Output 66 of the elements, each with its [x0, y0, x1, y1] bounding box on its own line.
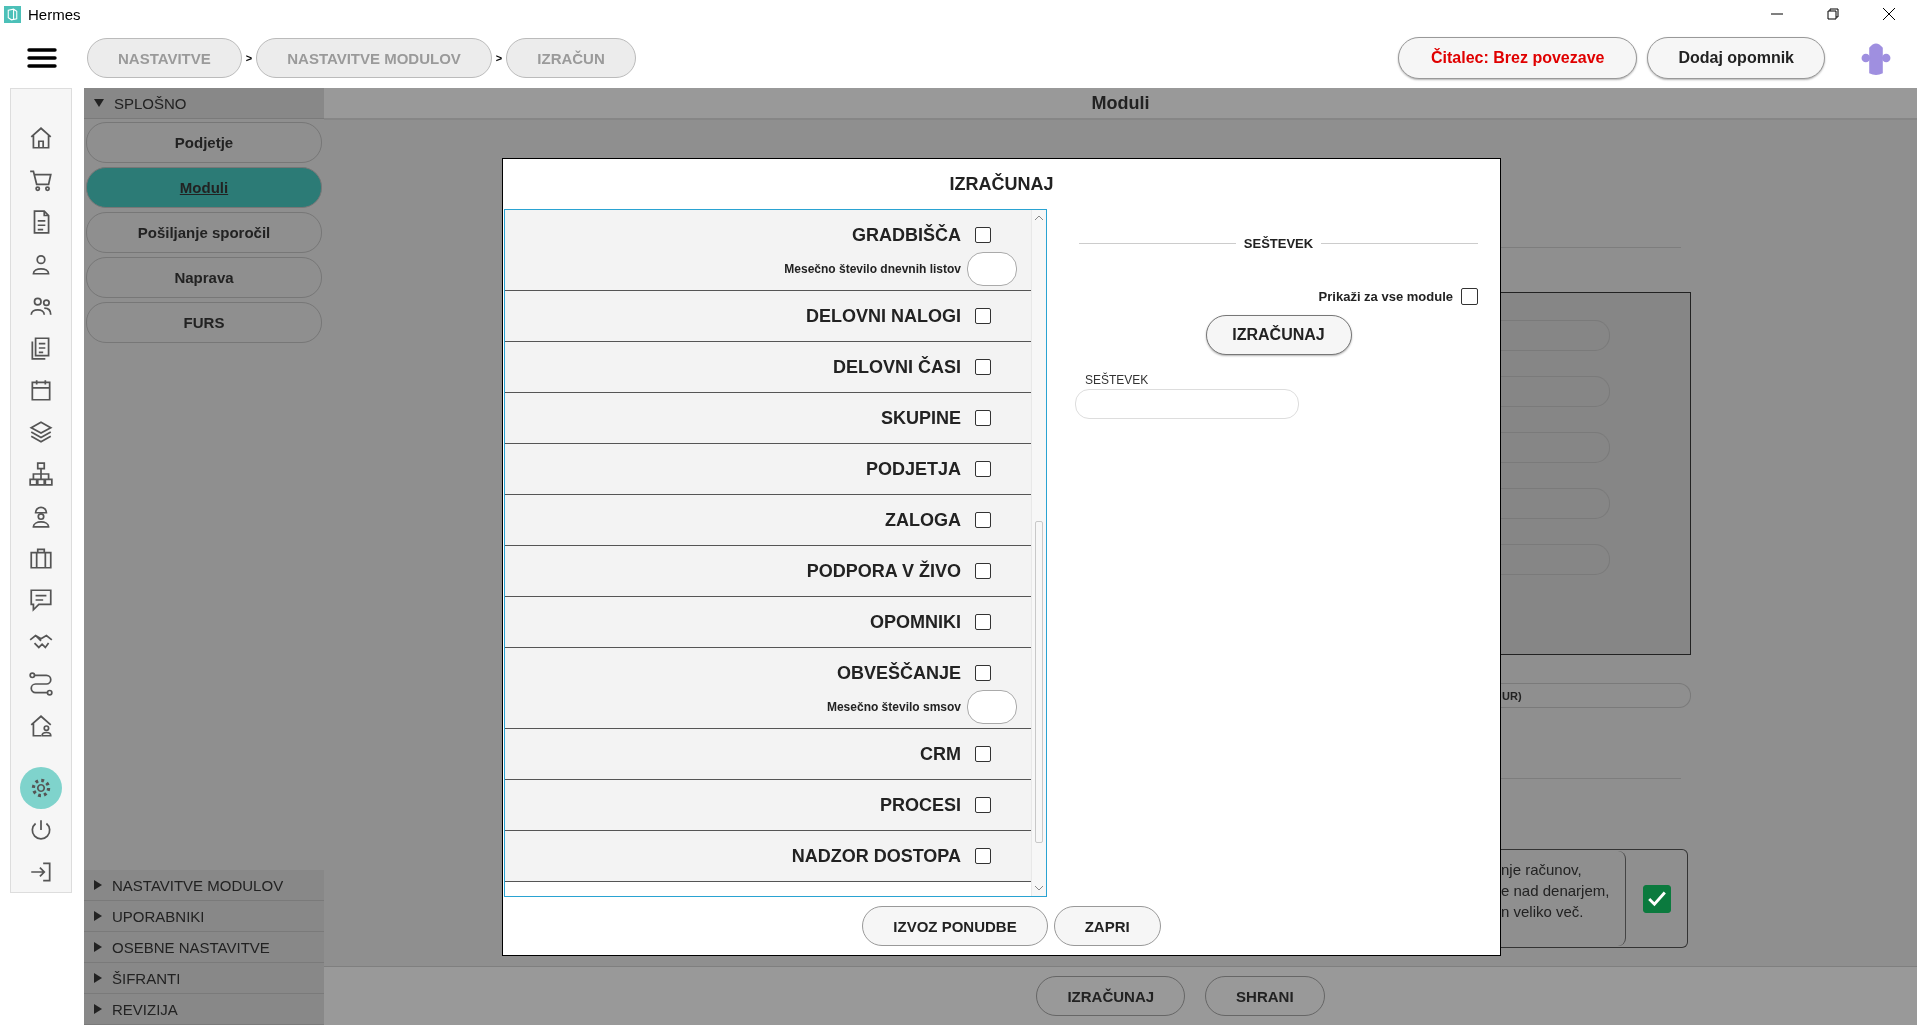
nav-item[interactable]: Naprava: [86, 257, 322, 298]
module-label: NADZOR DOSTOPA: [791, 845, 961, 867]
scroll-down-icon[interactable]: [1034, 885, 1044, 891]
settings-icon[interactable]: [20, 767, 62, 809]
module-label: PROCESI: [879, 794, 961, 816]
dialog-button[interactable]: ZAPRI: [1053, 906, 1161, 946]
window-title: Hermes: [28, 5, 81, 23]
footer-button[interactable]: SHRANI: [1205, 976, 1325, 1016]
module-label: ZALOGA: [885, 509, 961, 531]
checkbox[interactable]: [975, 461, 991, 477]
input-field[interactable]: UR): [1501, 683, 1691, 708]
page-header: Moduli: [324, 88, 1917, 120]
module-label: PODPORA V ŽIVO: [806, 560, 961, 582]
section-heading: SEŠTEVEK: [1243, 236, 1314, 251]
header-button[interactable]: Dodaj opomnik: [1647, 37, 1825, 79]
calculate-button[interactable]: IZRAČUNAJ: [1205, 315, 1352, 355]
module-label: GRADBIŠČA: [852, 224, 961, 246]
module-label: DELOVNI NALOGI: [806, 305, 961, 327]
checkbox[interactable]: [975, 359, 991, 375]
app-icon: [4, 5, 21, 23]
checkbox[interactable]: [1461, 288, 1478, 305]
section-header[interactable]: SPLOŠNO: [84, 88, 324, 119]
breadcrumb-separator: >: [245, 52, 253, 64]
section-header[interactable]: NASTAVITVE MODULOV: [84, 870, 324, 901]
close-icon[interactable]: [1883, 8, 1895, 20]
checkbox-label: Prikaži za vse module: [1318, 289, 1453, 304]
checkbox[interactable]: [975, 797, 991, 813]
checkbox[interactable]: [975, 563, 991, 579]
checkbox[interactable]: [975, 227, 991, 243]
module-label: DELOVNI ČASI: [833, 356, 961, 378]
nav-item[interactable]: Pošiljanje sporočil: [86, 212, 322, 253]
nav-item[interactable]: Podjetje: [86, 122, 322, 163]
checkbox[interactable]: [975, 308, 991, 324]
module-label: OBVEŠČANJE: [836, 662, 961, 684]
checkbox[interactable]: [975, 746, 991, 762]
module-label: CRM: [920, 743, 961, 765]
dialog-button[interactable]: IZVOZ PONUDBE: [862, 906, 1048, 946]
section-header[interactable]: ŠIFRANTI: [84, 963, 324, 994]
checkbox[interactable]: [975, 614, 991, 630]
nav-item[interactable]: Moduli: [86, 167, 322, 208]
module-label: PODJETJA: [865, 458, 961, 480]
checkbox[interactable]: [975, 848, 991, 864]
field-label: SEŠTEVEK: [1085, 373, 1150, 387]
checkbox[interactable]: [975, 410, 991, 426]
field-label: Mesečno število dnevnih listov: [784, 262, 961, 276]
restore-icon[interactable]: [1827, 8, 1839, 20]
scroll-up-icon[interactable]: [1034, 215, 1044, 221]
dialog-title: IZRAČUNAJ: [948, 172, 1055, 196]
module-label: OPOMNIKI: [870, 611, 961, 633]
checkbox[interactable]: [975, 665, 991, 681]
section-header[interactable]: OSEBNE NASTAVITVE: [84, 932, 324, 963]
field-label: UR): [1501, 689, 1522, 702]
field-label: Mesečno število smsov: [826, 700, 961, 714]
section-header[interactable]: REVIZIJA: [84, 994, 324, 1025]
module-label: SKUPINE: [881, 407, 961, 429]
input-field[interactable]: [967, 252, 1017, 286]
input-field[interactable]: [967, 690, 1017, 724]
menu-icon[interactable]: [27, 48, 57, 68]
scrollbar[interactable]: [1031, 210, 1046, 896]
checkbox[interactable]: [975, 512, 991, 528]
checkbox[interactable]: [1643, 884, 1671, 913]
breadcrumb-separator: >: [495, 52, 503, 64]
section-header[interactable]: UPORABNIKI: [84, 901, 324, 932]
nav-item[interactable]: FURS: [86, 302, 322, 343]
header-button[interactable]: Čitalec: Brez povezave: [1398, 37, 1638, 79]
footer-button[interactable]: IZRAČUNAJ: [1036, 976, 1186, 1016]
